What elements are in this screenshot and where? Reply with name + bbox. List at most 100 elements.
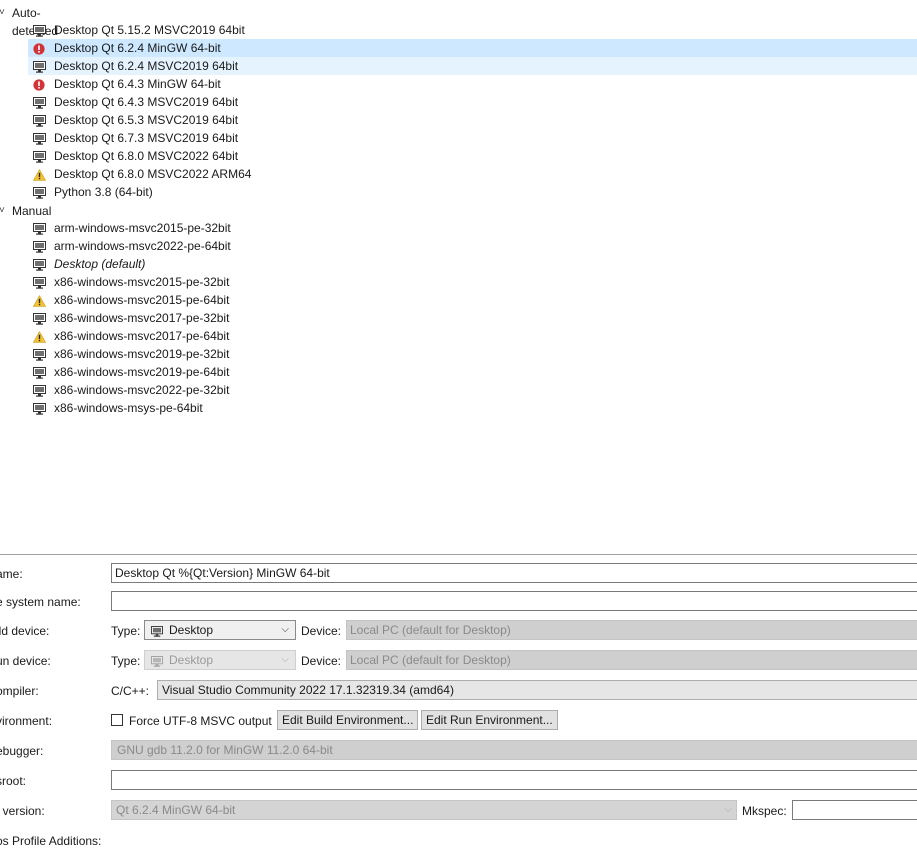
tree-item[interactable]: x86-windows-msvc2022-pe-32bit xyxy=(28,381,917,399)
sysroot-label-text: sroot: xyxy=(0,774,27,788)
filesystem-name-input[interactable] xyxy=(111,591,917,611)
monitor-icon xyxy=(33,114,46,127)
chevron-down-icon[interactable]: ˅ xyxy=(0,202,9,220)
monitor-icon xyxy=(33,258,46,271)
build-device-label-text: ild device: xyxy=(0,624,50,638)
compiler-label: ompiler: xyxy=(0,681,108,701)
tree-item[interactable]: Desktop Qt 6.4.3 MSVC2019 64bit xyxy=(28,93,917,111)
filesystem-name-label-text: e system name: xyxy=(0,595,81,609)
mkspec-input[interactable] xyxy=(792,800,917,820)
tree-item-label: x86-windows-msvc2017-pe-64bit xyxy=(54,329,230,343)
tree-item-label: Python 3.8 (64-bit) xyxy=(54,185,153,199)
environment-label-text: vironment: xyxy=(0,714,53,728)
tree-item[interactable]: Desktop Qt 6.5.3 MSVC2019 64bit xyxy=(28,111,917,129)
tree-item[interactable]: x86-windows-msvc2015-pe-32bit xyxy=(28,273,917,291)
tree-item-label: Desktop Qt 6.2.4 MSVC2019 64bit xyxy=(54,59,239,73)
build-device-type-value: Desktop xyxy=(169,623,214,637)
qt-version-label: t version: xyxy=(0,801,108,821)
edit-build-environment-button[interactable]: Edit Build Environment... xyxy=(277,710,419,730)
run-device-label-text: un device: xyxy=(0,654,51,668)
filesystem-name-label: e system name: xyxy=(0,592,108,612)
build-device-field-label: Device: xyxy=(301,624,342,638)
monitor-icon xyxy=(33,312,46,325)
tree-item-label: x86-windows-msvc2015-pe-32bit xyxy=(54,275,230,289)
force-utf8-checkbox[interactable] xyxy=(111,714,123,726)
qbs-profile-label-text: os Profile Additions: xyxy=(0,834,102,848)
tree-item[interactable]: Desktop Qt 6.4.3 MinGW 64-bit xyxy=(28,75,917,93)
compiler-combo[interactable]: Visual Studio Community 2022 17.1.32319.… xyxy=(157,680,917,700)
error-icon xyxy=(33,78,46,91)
tree-item[interactable]: x86-windows-msvc2019-pe-32bit xyxy=(28,345,917,363)
run-device-input: Local PC (default for Desktop) xyxy=(346,650,917,670)
force-utf8-label: Force UTF-8 MSVC output xyxy=(129,714,272,728)
tree-item[interactable]: x86-windows-msvc2015-pe-64bit xyxy=(28,291,917,309)
run-device-label: un device: xyxy=(0,651,108,671)
tree-item[interactable]: x86-windows-msvc2019-pe-64bit xyxy=(28,363,917,381)
monitor-icon xyxy=(33,366,46,379)
chevron-down-icon[interactable]: ˅ xyxy=(0,4,9,22)
monitor-icon xyxy=(33,132,46,145)
tree-item-label: Desktop Qt 6.4.3 MinGW 64-bit xyxy=(54,77,221,91)
monitor-icon xyxy=(33,348,46,361)
tree-item[interactable]: x86-windows-msvc2017-pe-64bit xyxy=(28,327,917,345)
tree-item[interactable]: Desktop Qt 5.15.2 MSVC2019 64bit xyxy=(28,21,917,39)
tree-item-label: Desktop Qt 6.7.3 MSVC2019 64bit xyxy=(54,131,239,145)
monitor-icon xyxy=(33,96,46,109)
error-icon xyxy=(33,42,46,55)
debugger-combo: GNU gdb 11.2.0 for MinGW 11.2.0 64-bit xyxy=(111,740,917,760)
build-device-type-combo[interactable]: Desktop ⌵ xyxy=(144,620,296,640)
tree-item-label: Desktop Qt 6.8.0 MSVC2022 ARM64 xyxy=(54,167,252,181)
monitor-icon xyxy=(33,276,46,289)
compiler-label-text: ompiler: xyxy=(0,684,39,698)
tree-item[interactable]: Desktop (default) xyxy=(28,255,917,273)
debugger-label-text: ebugger: xyxy=(0,744,44,758)
edit-run-environment-button[interactable]: Edit Run Environment... xyxy=(421,710,558,730)
warning-icon xyxy=(32,168,47,181)
monitor-icon xyxy=(33,384,46,397)
build-device-input: Local PC (default for Desktop) xyxy=(346,620,917,640)
tree-item-label: Desktop (default) xyxy=(54,257,146,271)
tree-item-label: arm-windows-msvc2022-pe-64bit xyxy=(54,239,231,253)
tree-item-label: Desktop Qt 6.2.4 MinGW 64-bit xyxy=(54,41,221,55)
tree-item[interactable]: Desktop Qt 6.7.3 MSVC2019 64bit xyxy=(28,129,917,147)
tree-item[interactable]: Desktop Qt 6.2.4 MinGW 64-bit xyxy=(28,39,917,57)
name-input[interactable]: Desktop Qt %{Qt:Version} MinGW 64-bit xyxy=(111,563,917,583)
tree-item[interactable]: x86-windows-msvc2017-pe-32bit xyxy=(28,309,917,327)
qt-version-combo: Qt 6.2.4 MinGW 64-bit ⌵ xyxy=(111,800,737,820)
chevron-down-icon: ⌵ xyxy=(281,624,289,635)
tree-item-label: x86-windows-msvc2015-pe-64bit xyxy=(54,293,230,307)
debugger-label: ebugger: xyxy=(0,741,108,761)
tree-item[interactable]: arm-windows-msvc2022-pe-64bit xyxy=(28,237,917,255)
tree-item-label: x86-windows-msvc2019-pe-64bit xyxy=(54,365,230,379)
tree-item[interactable]: arm-windows-msvc2015-pe-32bit xyxy=(28,219,917,237)
tree-item[interactable]: Python 3.8 (64-bit) xyxy=(28,183,917,201)
build-type-label: Type: xyxy=(111,624,141,638)
sysroot-label: sroot: xyxy=(0,771,108,791)
monitor-icon xyxy=(33,240,46,253)
tree-item[interactable]: Desktop Qt 6.2.4 MSVC2019 64bit xyxy=(28,57,917,75)
compiler-value: Visual Studio Community 2022 17.1.32319.… xyxy=(162,683,454,697)
compiler-lang-label: C/C++: xyxy=(111,684,150,698)
kits-tree[interactable]: ˅ Auto-detected Desktop Qt 5.15.2 MSVC201… xyxy=(0,0,917,552)
monitor-icon xyxy=(33,150,46,163)
tree-item[interactable]: Desktop Qt 6.8.0 MSVC2022 64bit xyxy=(28,147,917,165)
chevron-down-icon: ⌵ xyxy=(281,654,289,665)
monitor-icon xyxy=(151,654,163,667)
monitor-icon xyxy=(33,186,46,199)
run-type-label: Type: xyxy=(111,654,141,668)
monitor-icon xyxy=(33,222,46,235)
name-label-text: ame: xyxy=(0,567,23,581)
tree-item[interactable]: x86-windows-msys-pe-64bit xyxy=(28,399,917,417)
splitter[interactable] xyxy=(0,554,917,555)
sysroot-input[interactable] xyxy=(111,770,917,790)
environment-label: vironment: xyxy=(0,711,108,731)
warning-icon xyxy=(32,330,47,343)
monitor-icon xyxy=(33,60,46,73)
monitor-icon xyxy=(151,624,163,637)
mkspec-label: Mkspec: xyxy=(742,804,787,818)
qt-version-value: Qt 6.2.4 MinGW 64-bit xyxy=(116,803,236,817)
run-device-field-label: Device: xyxy=(301,654,342,668)
tree-item[interactable]: Desktop Qt 6.8.0 MSVC2022 ARM64 xyxy=(28,165,917,183)
run-device-type-combo: Desktop ⌵ xyxy=(144,650,296,670)
tree-item-label: Desktop Qt 6.8.0 MSVC2022 64bit xyxy=(54,149,239,163)
